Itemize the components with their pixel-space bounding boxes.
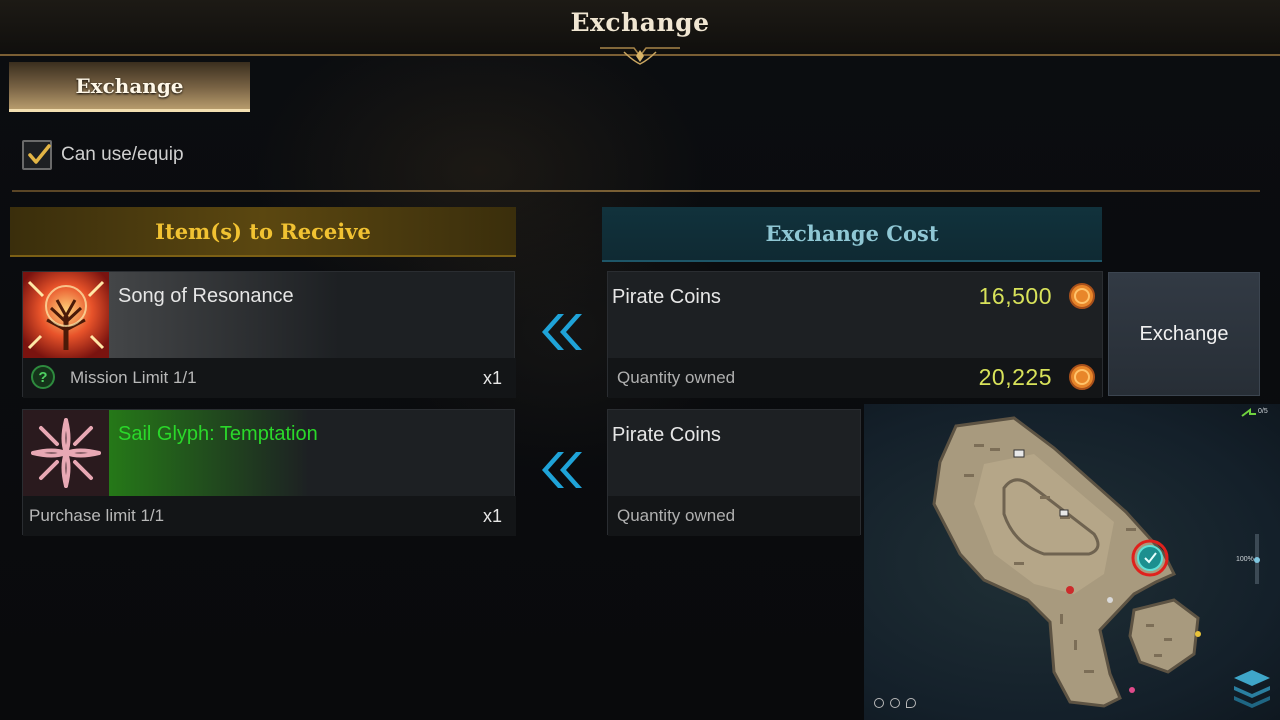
cost-row: Pirate Coins Quantity owned	[607, 409, 861, 536]
map-settings-icon[interactable]	[874, 698, 884, 708]
header-receive-label: Item(s) to Receive	[155, 218, 371, 244]
item-limit-bar: Purchase limit 1/1 x1	[23, 496, 516, 536]
currency-name: Pirate Coins	[612, 424, 721, 446]
golden-tree-icon	[23, 272, 109, 358]
limit-text: Mission Limit 1/1	[70, 368, 197, 387]
limit-text: Purchase limit 1/1	[29, 506, 165, 525]
double-chevron-left-icon	[542, 452, 582, 488]
minimap-terrain	[932, 408, 1260, 708]
title-bar: Exchange	[0, 0, 1280, 65]
can-use-equip-checkbox[interactable]	[22, 140, 52, 170]
item-name: Song of Resonance	[118, 285, 294, 307]
header-items-to-receive: Item(s) to Receive	[10, 207, 516, 257]
exchange-button[interactable]: Exchange	[1108, 272, 1260, 396]
item-limit-bar: ? Mission Limit 1/1 x1	[23, 358, 516, 398]
help-icon[interactable]: ?	[31, 365, 55, 389]
checkmark-icon	[28, 144, 51, 164]
owned-amount: 20,225	[978, 364, 1052, 390]
header-cost-label: Exchange Cost	[765, 221, 939, 246]
receive-item-row[interactable]: Sail Glyph: Temptation Purchase limit 1/…	[22, 409, 516, 536]
tab-exchange[interactable]: Exchange	[9, 62, 250, 112]
required-amount: 16,500	[978, 283, 1052, 309]
divider	[12, 190, 1260, 192]
can-use-equip-label: Can use/equip	[61, 144, 184, 165]
map-target-icon[interactable]	[890, 698, 900, 708]
item-name: Sail Glyph: Temptation	[118, 423, 318, 445]
header-exchange-cost: Exchange Cost	[602, 207, 1102, 262]
owned-label: Quantity owned	[617, 506, 736, 525]
map-pin-icon[interactable]	[906, 698, 916, 708]
tab-exchange-label: Exchange	[75, 73, 184, 98]
minimap-counter: 0/5	[1258, 408, 1268, 415]
receive-item-row[interactable]: Song of Resonance ? Mission Limit 1/1 x1	[22, 271, 516, 398]
window-title: Exchange	[570, 8, 710, 37]
currency-name: Pirate Coins	[612, 286, 721, 308]
pirate-coin-icon	[1069, 364, 1095, 390]
quantity-text: x1	[482, 368, 502, 388]
cost-row: Pirate Coins 16,500 Quantity owned 20,22…	[607, 271, 1103, 398]
minimap-zoom: 100%	[1236, 556, 1254, 563]
pirate-coin-icon	[1069, 283, 1095, 309]
quantity-text: x1	[482, 506, 502, 526]
minimap[interactable]: 0/5 100%	[864, 404, 1280, 720]
sail-glyph-icon	[23, 410, 109, 496]
owned-label: Quantity owned	[617, 368, 736, 387]
exchange-button-label: Exchange	[1139, 322, 1229, 345]
double-chevron-left-icon	[542, 314, 582, 350]
item-main: Song of Resonance	[23, 272, 516, 358]
item-main: Sail Glyph: Temptation	[23, 410, 516, 496]
layers-icon[interactable]	[1230, 666, 1274, 712]
ornament-icon	[600, 47, 680, 65]
